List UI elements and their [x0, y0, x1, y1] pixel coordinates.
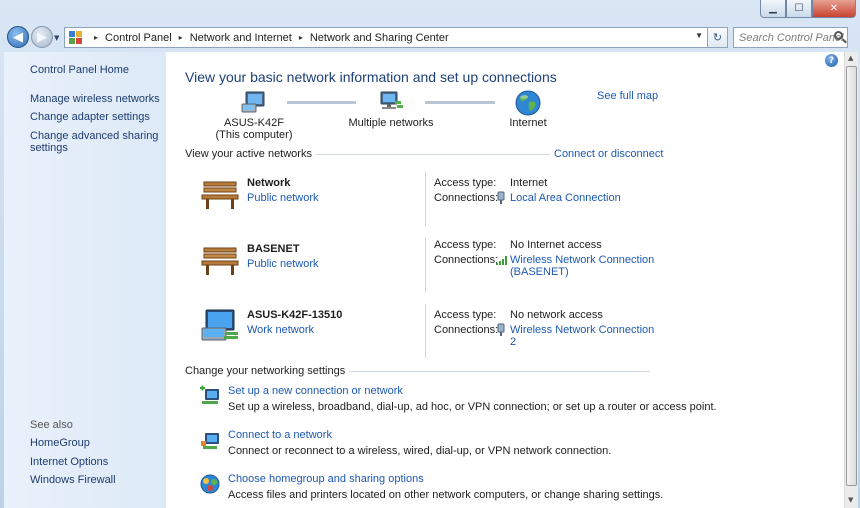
connections-label: Connections:	[434, 324, 499, 336]
map-node-label: ASUS-K42F	[224, 117, 284, 129]
network-divider	[425, 304, 426, 358]
bench-icon	[201, 247, 239, 275]
globe-icon	[515, 90, 541, 116]
access-type-label: Access type:	[434, 177, 497, 189]
map-node-internet[interactable]: Internet	[498, 90, 558, 129]
homegroup-icon	[200, 474, 220, 494]
minimize-button[interactable]: ▁	[760, 0, 786, 18]
vertical-scrollbar[interactable]: ▲ ▼	[844, 52, 858, 508]
active-network-basenet: BASENET Public network Access type: No I…	[196, 238, 661, 296]
address-dropdown-icon[interactable]: ▼	[695, 31, 703, 40]
settings-heading: Change your networking settings	[185, 365, 350, 377]
main-content: View your basic network information and …	[166, 52, 844, 508]
connection-link-wireless-2[interactable]: Wireless Network Connection 2	[510, 324, 661, 348]
bench-icon	[201, 181, 239, 209]
breadcrumb-network-and-sharing-center[interactable]: Network and Sharing Center	[310, 32, 449, 44]
see-full-map-link[interactable]: See full map	[597, 90, 658, 102]
connections-label: Connections:	[434, 254, 499, 266]
ethernet-plug-icon	[497, 323, 505, 336]
breadcrumb-separator-icon[interactable]: ▸	[179, 33, 183, 42]
map-node-label: Internet	[509, 117, 547, 129]
forward-button[interactable]: ▶	[31, 26, 53, 48]
maximize-button[interactable]: ☐	[786, 0, 812, 18]
connection-link-line[interactable]: (BASENET)	[510, 266, 654, 278]
access-type-label: Access type:	[434, 239, 497, 251]
help-icon[interactable]: ?	[825, 54, 838, 67]
scrollbar-thumb[interactable]	[846, 66, 857, 486]
search-icon[interactable]	[834, 31, 843, 40]
control-panel-icon	[69, 30, 83, 45]
network-type-link[interactable]: Public network	[247, 258, 319, 270]
network-name: ASUS-K42F-13510	[247, 309, 343, 321]
connect-or-disconnect-link[interactable]: Connect or disconnect	[550, 148, 664, 160]
map-node-sublabel: (This computer)	[215, 129, 293, 141]
access-type-value: No Internet access	[510, 239, 602, 251]
map-node-computer[interactable]: ASUS-K42F (This computer)	[214, 90, 294, 141]
breadcrumb-network-and-internet[interactable]: Network and Internet	[190, 32, 292, 44]
map-connector	[425, 101, 495, 104]
sidebar-change-adapter-settings[interactable]: Change adapter settings	[30, 111, 150, 123]
task-description: Connect or reconnect to a wireless, wire…	[228, 445, 612, 457]
network-type-link[interactable]: Work network	[247, 324, 314, 336]
sidebar-internet-options[interactable]: Internet Options	[30, 456, 108, 468]
active-network-network: Network Public network Access type: Inte…	[196, 172, 661, 230]
work-network-icon	[201, 309, 238, 341]
computer-icon	[241, 91, 265, 113]
navigation-bar: ◀ ▶ ▼ ▸ Control Panel ▸ Network and Inte…	[0, 22, 860, 52]
breadcrumb-control-panel[interactable]: Control Panel	[105, 32, 172, 44]
network-divider	[425, 238, 426, 292]
multiple-networks-icon	[380, 91, 403, 109]
ethernet-plug-icon	[497, 191, 505, 204]
connection-link-local-area[interactable]: Local Area Connection	[510, 192, 621, 204]
task-description: Access files and printers located on oth…	[228, 489, 664, 501]
address-bar[interactable]: ▸ Control Panel ▸ Network and Internet ▸…	[64, 27, 708, 48]
back-button[interactable]: ◀	[7, 26, 29, 48]
active-networks-heading: View your active networks	[185, 148, 316, 160]
sidebar: Control Panel Home Manage wireless netwo…	[4, 52, 166, 508]
sidebar-windows-firewall[interactable]: Windows Firewall	[30, 474, 116, 486]
see-also-heading: See also	[30, 419, 73, 431]
sidebar-manage-wireless-networks[interactable]: Manage wireless networks	[30, 93, 160, 105]
access-type-value: Internet	[510, 177, 548, 189]
new-connection-icon	[200, 385, 219, 404]
breadcrumb-separator-icon[interactable]: ▸	[94, 33, 98, 42]
search-input[interactable]: Search Control Panel	[733, 27, 848, 48]
sidebar-control-panel-home[interactable]: Control Panel Home	[30, 64, 129, 76]
close-button[interactable]: ✕	[812, 0, 856, 18]
connect-network-icon	[201, 433, 219, 449]
active-network-asus: ASUS-K42F-13510 Work network Access type…	[196, 304, 661, 362]
scroll-up-icon[interactable]: ▲	[848, 54, 853, 62]
choose-homegroup-link[interactable]: Choose homegroup and sharing options	[228, 473, 424, 485]
breadcrumb-separator-icon[interactable]: ▸	[299, 33, 303, 42]
sidebar-change-advanced-sharing-settings[interactable]: Change advanced sharing	[30, 130, 158, 142]
recent-pages-dropdown-icon[interactable]: ▼	[54, 34, 59, 42]
connect-to-network-link[interactable]: Connect to a network	[228, 429, 332, 441]
map-node-multiple-networks[interactable]: Multiple networks	[346, 90, 436, 129]
network-name: BASENET	[247, 243, 300, 255]
network-name: Network	[247, 177, 291, 189]
sidebar-change-advanced-sharing-settings-line2[interactable]: settings	[30, 142, 68, 154]
wifi-signal-icon	[496, 256, 507, 265]
task-description: Set up a wireless, broadband, dial-up, a…	[228, 401, 717, 413]
caption-buttons: ▁ ☐ ✕	[760, 0, 856, 18]
page-title: View your basic network information and …	[185, 69, 557, 85]
scroll-down-icon[interactable]: ▼	[848, 496, 853, 504]
sidebar-homegroup[interactable]: HomeGroup	[30, 437, 90, 449]
map-node-label: Multiple networks	[348, 117, 434, 129]
search-placeholder: Search Control Panel	[739, 31, 844, 44]
access-type-value: No network access	[510, 309, 603, 321]
connections-label: Connections:	[434, 192, 499, 204]
network-divider	[425, 172, 426, 226]
refresh-button[interactable]: ↻	[708, 27, 728, 48]
set-up-new-connection-link[interactable]: Set up a new connection or network	[228, 385, 403, 397]
access-type-label: Access type:	[434, 309, 497, 321]
network-type-link[interactable]: Public network	[247, 192, 319, 204]
connection-link-line[interactable]: Wireless Network Connection	[510, 254, 654, 266]
connection-link-wireless[interactable]: Wireless Network Connection (BASENET)	[510, 254, 654, 278]
